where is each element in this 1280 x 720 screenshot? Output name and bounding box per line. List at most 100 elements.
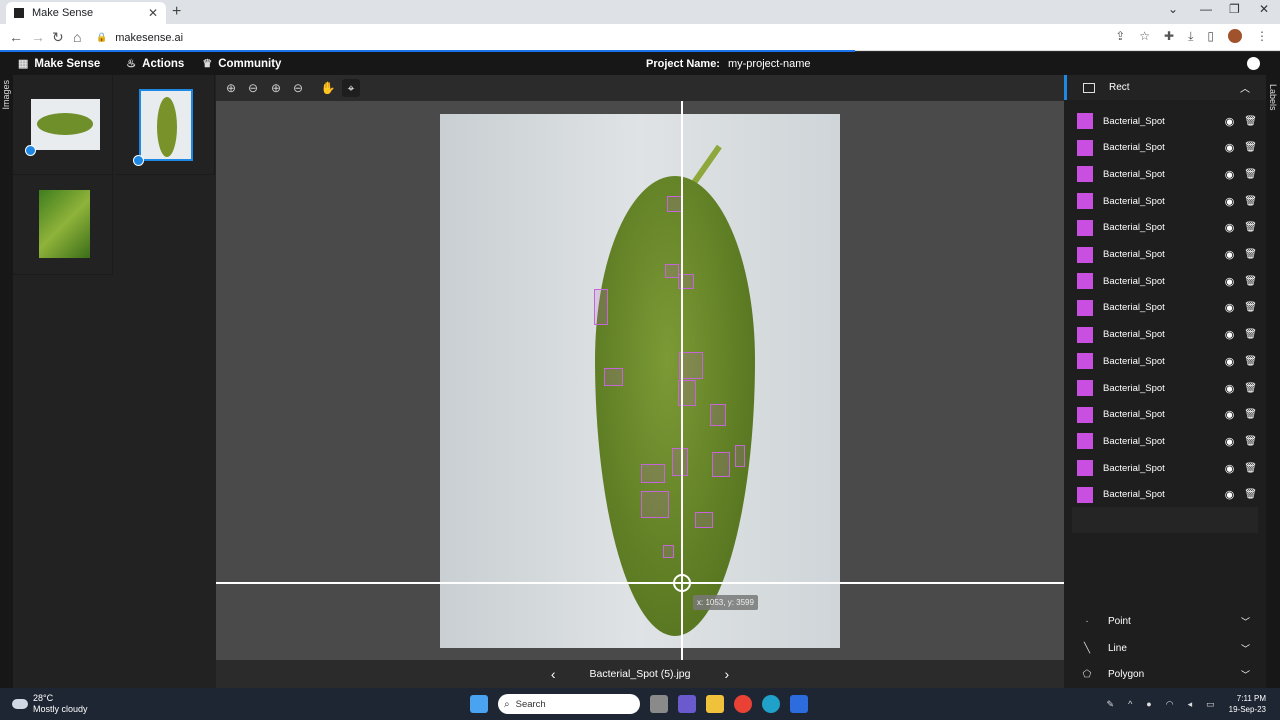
label-color-swatch[interactable]	[1077, 299, 1093, 316]
brand[interactable]: ▦ Make Sense	[18, 57, 100, 71]
taskbar-search[interactable]: ⌕ Search	[498, 694, 640, 714]
label-name[interactable]: Bacterial_Spot	[1103, 142, 1225, 153]
label-row[interactable]: Bacterial_Spot ◉ 🗑	[1077, 405, 1257, 425]
label-row[interactable]: Bacterial_Spot ◉ 🗑	[1077, 191, 1257, 211]
bbox[interactable]	[672, 448, 688, 476]
trash-icon[interactable]: 🗑	[1244, 302, 1257, 313]
sidepanel-icon[interactable]: ▯	[1207, 29, 1214, 44]
hand-icon[interactable]: ✋	[319, 79, 337, 97]
trash-icon[interactable]: 🗑	[1244, 329, 1257, 340]
eye-icon[interactable]: ◉	[1225, 408, 1235, 421]
label-name[interactable]: Bacterial_Spot	[1103, 169, 1225, 180]
bbox[interactable]	[667, 196, 682, 212]
bbox[interactable]	[695, 512, 713, 528]
label-color-swatch[interactable]	[1077, 326, 1093, 343]
eye-icon[interactable]: ◉	[1225, 275, 1235, 288]
zoom-app-icon[interactable]	[790, 695, 808, 713]
trash-icon[interactable]: 🗑	[1244, 249, 1257, 260]
label-name[interactable]: Bacterial_Spot	[1103, 116, 1225, 127]
eye-icon[interactable]: ◉	[1225, 248, 1235, 261]
label-row[interactable]: Bacterial_Spot ◉ 🗑	[1077, 325, 1257, 345]
label-color-swatch[interactable]	[1077, 460, 1093, 477]
trash-icon[interactable]: 🗑	[1244, 116, 1257, 127]
bbox[interactable]	[604, 368, 623, 386]
file-explorer-icon[interactable]	[706, 695, 724, 713]
bbox[interactable]	[710, 404, 726, 426]
download-icon[interactable]: ⤓	[1188, 29, 1193, 44]
label-row[interactable]: Bacterial_Spot ◉ 🗑	[1077, 378, 1257, 398]
label-name[interactable]: Bacterial_Spot	[1103, 222, 1225, 233]
label-color-swatch[interactable]	[1077, 113, 1093, 129]
windows-start-icon[interactable]	[470, 695, 488, 713]
eye-icon[interactable]: ◉	[1225, 435, 1235, 448]
chevron-down-icon[interactable]: ﹀	[1241, 615, 1250, 628]
label-color-swatch[interactable]	[1077, 273, 1093, 290]
weather-widget[interactable]: 28°C Mostly cloudy	[12, 693, 88, 715]
label-color-swatch[interactable]	[1077, 219, 1093, 236]
trash-icon[interactable]: 🗑	[1244, 276, 1257, 287]
volume-icon[interactable]: ◂	[1188, 699, 1193, 710]
label-name[interactable]: Bacterial_Spot	[1103, 249, 1225, 260]
eye-icon[interactable]: ◉	[1225, 301, 1235, 314]
browser-tab[interactable]: Make Sense ✕	[6, 2, 166, 24]
trash-icon[interactable]: 🗑	[1244, 196, 1257, 207]
image-thumbnail-selected[interactable]	[115, 75, 215, 175]
editor-canvas[interactable]: x: 1053, y: 3599	[216, 101, 1064, 660]
label-color-swatch[interactable]	[1077, 433, 1093, 450]
minimize-icon[interactable]: —	[1200, 2, 1212, 16]
label-name[interactable]: Bacterial_Spot	[1103, 489, 1225, 500]
chevron-up-icon[interactable]: ^	[1128, 699, 1132, 709]
rect-section-header[interactable]: Rect ︿	[1064, 75, 1266, 100]
wifi-icon[interactable]: ◠	[1166, 699, 1174, 710]
label-color-swatch[interactable]	[1077, 246, 1093, 263]
label-name[interactable]: Bacterial_Spot	[1103, 356, 1225, 367]
eye-icon[interactable]: ◉	[1225, 115, 1235, 128]
zoom-fit-icon[interactable]: ⊕	[267, 79, 285, 97]
bbox[interactable]	[712, 452, 730, 477]
teams-icon[interactable]	[678, 695, 696, 713]
bbox[interactable]	[594, 289, 608, 325]
menu-actions[interactable]: ♨ Actions	[126, 57, 184, 71]
label-color-swatch[interactable]	[1077, 139, 1093, 156]
new-tab-icon[interactable]: +	[172, 3, 181, 21]
chrome-icon[interactable]	[734, 695, 752, 713]
label-name[interactable]: Bacterial_Spot	[1103, 302, 1225, 313]
project-name-value[interactable]: my-project-name	[728, 58, 811, 70]
bbox[interactable]	[665, 264, 679, 278]
eye-icon[interactable]: ◉	[1225, 141, 1235, 154]
eye-icon[interactable]: ◉	[1225, 328, 1235, 341]
trash-icon[interactable]: 🗑	[1244, 356, 1257, 367]
tab-search-icon[interactable]: ⌄	[1168, 2, 1178, 16]
label-row[interactable]: Bacterial_Spot ◉ 🗑	[1077, 298, 1257, 318]
home-icon[interactable]: ⌂	[73, 29, 81, 45]
pen-icon[interactable]: ✎	[1107, 699, 1115, 710]
label-row[interactable]: Bacterial_Spot ◉ 🗑	[1077, 431, 1257, 451]
trash-icon[interactable]: 🗑	[1244, 409, 1257, 420]
trash-icon[interactable]: 🗑	[1244, 142, 1257, 153]
microphone-icon[interactable]: ●	[1146, 699, 1151, 709]
bbox[interactable]	[641, 464, 665, 483]
label-row[interactable]: Bacterial_Spot ◉ 🗑	[1077, 485, 1257, 505]
next-image-icon[interactable]: ›	[724, 666, 729, 682]
browser-menu-icon[interactable]: ⋮	[1256, 29, 1268, 44]
label-name[interactable]: Bacterial_Spot	[1103, 329, 1225, 340]
label-row[interactable]: Bacterial_Spot ◉ 🗑	[1077, 111, 1257, 131]
label-row[interactable]: Bacterial_Spot ◉ 🗑	[1077, 138, 1257, 158]
reload-icon[interactable]: ↻	[52, 29, 64, 46]
menu-community[interactable]: ♛ Community	[202, 57, 281, 71]
label-color-swatch[interactable]	[1077, 353, 1093, 370]
zoom-max-icon[interactable]: ⊖	[289, 79, 307, 97]
chevron-up-icon[interactable]: ︿	[1240, 80, 1250, 95]
label-color-swatch[interactable]	[1077, 380, 1093, 396]
label-row[interactable]: Bacterial_Spot ◉ 🗑	[1077, 164, 1257, 184]
forward-icon[interactable]: →	[31, 29, 45, 45]
chevron-down-icon[interactable]: ﹀	[1241, 668, 1250, 681]
extensions-icon[interactable]: ✚	[1164, 29, 1174, 44]
bbox[interactable]	[735, 445, 745, 467]
url-field[interactable]: 🔒 makesense.ai	[96, 27, 1096, 48]
label-name[interactable]: Bacterial_Spot	[1103, 463, 1225, 474]
battery-icon[interactable]: ▭	[1206, 699, 1215, 710]
trash-icon[interactable]: 🗑	[1244, 463, 1257, 474]
tool-point[interactable]: · Point ﹀	[1064, 610, 1266, 632]
zoom-in-icon[interactable]: ⊕	[222, 79, 240, 97]
